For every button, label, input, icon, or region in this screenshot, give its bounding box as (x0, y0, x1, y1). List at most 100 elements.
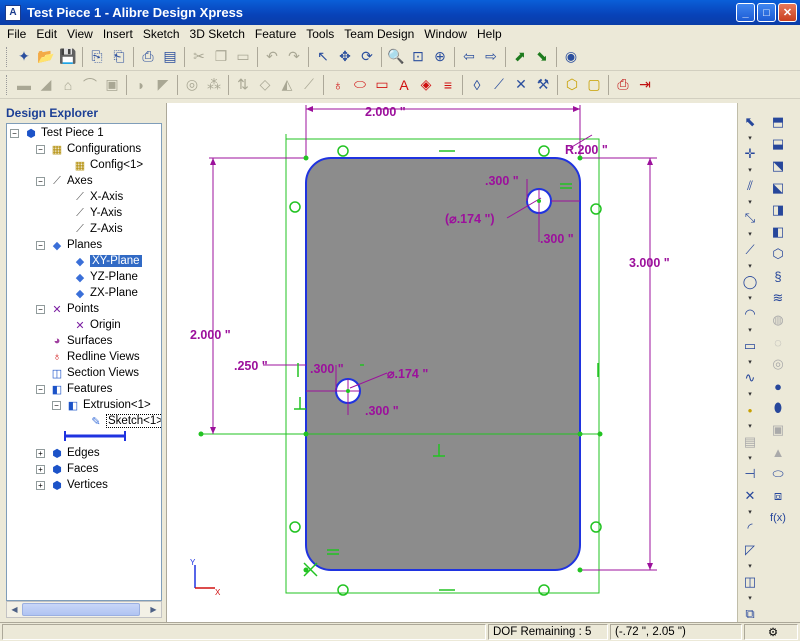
forward-icon[interactable]: ⇨ (480, 46, 502, 68)
redline-fill-icon[interactable]: ◈ (415, 74, 437, 96)
point-icon[interactable]: ✕ (510, 74, 532, 96)
view-right-icon[interactable]: ◧ (767, 221, 789, 243)
menu-feature[interactable]: Feature (250, 27, 301, 41)
dim-top-hole-x[interactable]: .300 " (485, 174, 519, 188)
sketch-mode-icon[interactable]: ⬈ (509, 46, 531, 68)
dim-height[interactable]: 3.000 " (629, 256, 670, 270)
rotate-icon[interactable]: ⟳ (356, 46, 378, 68)
menu-tools[interactable]: Tools (301, 27, 339, 41)
chevron-icon[interactable]: ▾ (739, 261, 761, 271)
chevron-icon[interactable]: ▾ (739, 389, 761, 399)
origin-icon[interactable]: ✛ (739, 143, 761, 165)
dim-top-hole-y[interactable]: .300 " (540, 232, 574, 246)
cut-icon[interactable]: ✂ (188, 46, 210, 68)
menu-team-design[interactable]: Team Design (339, 27, 419, 41)
sketch-fillet-icon[interactable]: ◜ (739, 517, 761, 539)
gear-icon[interactable]: ⚙ (744, 624, 798, 640)
rollback-bar-icon[interactable] (61, 429, 131, 443)
thread-icon[interactable]: ≋ (767, 287, 789, 309)
chevron-icon[interactable]: ▾ (739, 561, 761, 571)
dim-bottom-hole-offset[interactable]: .250 " (234, 359, 268, 373)
redline-rect-icon[interactable]: ▭ (371, 74, 393, 96)
extend-icon[interactable]: ✕ (739, 485, 761, 507)
spring-icon[interactable]: § (767, 265, 789, 287)
expand-icon[interactable]: + (36, 448, 45, 458)
select-icon[interactable]: ↖ (312, 46, 334, 68)
menu-view[interactable]: View (62, 27, 98, 41)
collapse-icon[interactable]: − (36, 384, 45, 394)
dim-top-hole-dia[interactable]: (⌀.174 ") (445, 212, 495, 226)
view-top-icon[interactable]: ⬔ (767, 155, 789, 177)
sphere-icon[interactable]: ● (767, 375, 789, 397)
tree-node-x-axis[interactable]: ⟋ X-Axis (73, 189, 123, 205)
open-icon[interactable]: 📂 (35, 46, 57, 68)
undo-icon[interactable]: ↶ (261, 46, 283, 68)
tree-node-origin[interactable]: ✕ Origin (73, 317, 120, 333)
tree-node-xy-plane[interactable]: ◆ XY-Plane (73, 253, 142, 269)
chevron-icon[interactable]: ▾ (739, 357, 761, 367)
tree-node-points[interactable]: − ✕ Points (36, 301, 99, 317)
cone-icon[interactable]: ▲ (767, 441, 789, 463)
close-button[interactable]: ✕ (778, 3, 797, 22)
redline-text-icon[interactable]: A (393, 74, 415, 96)
tree-node-zx-plane[interactable]: ◆ ZX-Plane (73, 285, 138, 301)
tree-node-sketch[interactable]: ✎ Sketch<1> (89, 413, 161, 429)
collapse-icon[interactable]: − (36, 240, 45, 250)
collapse-icon[interactable]: − (36, 176, 45, 186)
mirror-icon[interactable]: ⇅ (232, 74, 254, 96)
zoom-icon[interactable]: 🔍 (385, 46, 407, 68)
tree-node-extrusion[interactable]: − ◧ Extrusion<1> (52, 397, 151, 413)
hidden-lines-icon[interactable]: ◎ (767, 353, 789, 375)
plane-icon[interactable]: ◊ (466, 74, 488, 96)
scroll-thumb[interactable] (22, 603, 140, 616)
menu-help[interactable]: Help (472, 27, 507, 41)
exit-sketch-icon[interactable]: ⬊ (531, 46, 553, 68)
chevron-icon[interactable]: ▾ (739, 165, 761, 175)
view-bottom-icon[interactable]: ⬕ (767, 177, 789, 199)
revolve-icon[interactable]: ◢ (35, 74, 57, 96)
tree-node-planes[interactable]: − ◆ Planes (36, 237, 102, 253)
formula-icon[interactable]: f(x) (767, 507, 789, 529)
extrude-icon[interactable]: ▬ (13, 74, 35, 96)
collapse-icon[interactable]: − (10, 128, 19, 138)
dim-bottom-hole-y[interactable]: .300 " (365, 404, 399, 418)
tree-horizontal-scrollbar[interactable]: ◀ ▶ (6, 601, 162, 618)
render-icon[interactable]: ◉ (560, 46, 582, 68)
sketch-select-icon[interactable]: ⬉ (739, 111, 761, 133)
expand-icon[interactable]: + (36, 480, 45, 490)
shell-icon[interactable]: ▣ (101, 74, 123, 96)
collapse-icon[interactable]: − (52, 400, 61, 410)
maximize-button[interactable]: □ (757, 3, 776, 22)
tree-node-test-piece[interactable]: − ⬢ Test Piece 1 (10, 125, 104, 141)
chevron-icon[interactable]: ▾ (739, 197, 761, 207)
view-left-icon[interactable]: ◨ (767, 199, 789, 221)
tree-node-axes[interactable]: − ⟋ Axes (36, 173, 93, 189)
dim-corner-radius[interactable]: R.200 " (565, 143, 608, 157)
collapse-icon[interactable]: − (36, 304, 45, 314)
collapse-icon[interactable]: − (36, 144, 45, 154)
arc-icon[interactable]: ◠ (739, 303, 761, 325)
sketch-chamfer-icon[interactable]: ◸ (739, 539, 761, 561)
copy-icon[interactable]: ❐ (210, 46, 232, 68)
paste-icon[interactable]: ▭ (232, 46, 254, 68)
zoom-window-icon[interactable]: ⊡ (407, 46, 429, 68)
dim-bottom-hole-x[interactable]: .300 " (310, 362, 344, 376)
chevron-icon[interactable]: ▾ (739, 593, 761, 603)
view-box-icon[interactable]: ▢ (583, 74, 605, 96)
scale-icon[interactable]: ◇ (254, 74, 276, 96)
dim-bottom-hole-dia[interactable]: ⌀.174 " (387, 367, 428, 381)
zoom-fit-icon[interactable]: ⊕ (429, 46, 451, 68)
spline-icon[interactable]: ∿ (739, 367, 761, 389)
tree-node-vertices[interactable]: + ⬢ Vertices (36, 477, 108, 493)
back-icon[interactable]: ⇦ (458, 46, 480, 68)
tree-node-edges[interactable]: + ⬢ Edges (36, 445, 100, 461)
ref-geometry-icon[interactable]: ⚒ (532, 74, 554, 96)
tree-node-surfaces[interactable]: ◕ Surfaces (50, 333, 113, 349)
construction-line-icon[interactable]: ⫽ (739, 175, 761, 197)
rectangle-icon[interactable]: ▭ (739, 335, 761, 357)
view-back-icon[interactable]: ⬓ (767, 133, 789, 155)
box-icon[interactable]: ▣ (767, 419, 789, 441)
import-icon[interactable]: ⎘ (86, 46, 108, 68)
redo-icon[interactable]: ↷ (283, 46, 305, 68)
minimize-button[interactable]: _ (736, 3, 755, 22)
